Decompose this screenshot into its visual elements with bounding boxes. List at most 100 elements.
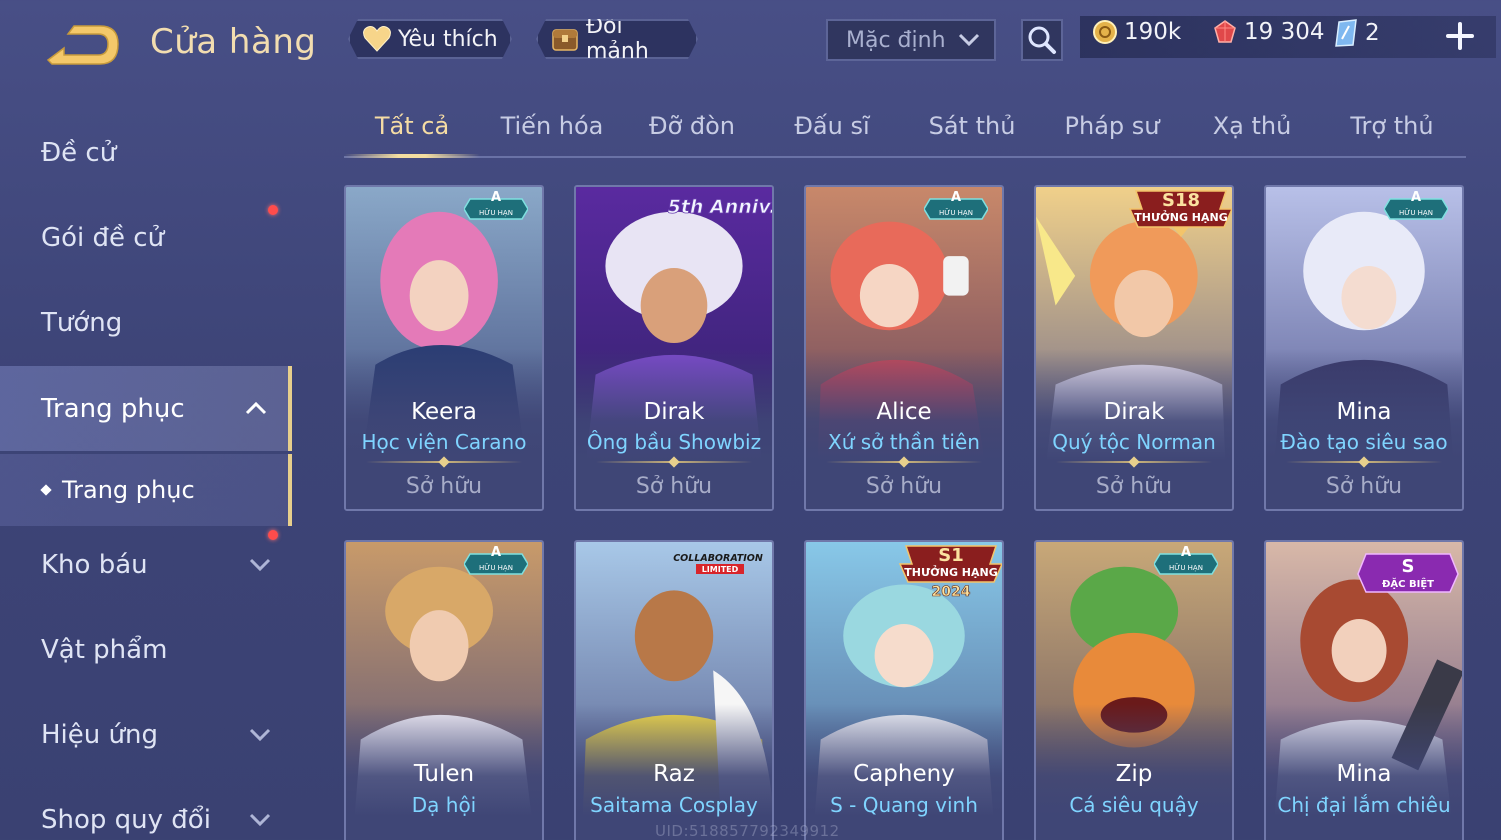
sidebar-item-items[interactable]: Vật phẩm: [0, 607, 292, 692]
role-tabs: Tất cả Tiến hóa Đỡ đòn Đấu sĩ Sát thủ Ph…: [344, 104, 1466, 158]
sidebar: Đề cử Gói đề cử Tướng Trang phục Trang p…: [0, 110, 292, 840]
sidebar-item-exchange-shop[interactable]: Shop quy đổi: [0, 777, 292, 840]
bullet-diamond-icon: [40, 484, 52, 496]
skin-name: Đào tạo siêu sao: [1280, 430, 1448, 454]
search-icon: [1028, 26, 1056, 54]
special-s-badge: S ĐẶC BIỆT: [1357, 553, 1459, 593]
card-divider: [826, 461, 982, 463]
voucher-card-icon: [1335, 19, 1357, 47]
skin-card[interactable]: A HỮU HẠN Alice Xứ sở thần tiên Sở hữu: [804, 185, 1004, 511]
grade-a-badge: A HỮU HẠN: [464, 190, 528, 220]
search-button[interactable]: [1021, 19, 1063, 61]
sidebar-item-skins[interactable]: Trang phục: [0, 366, 292, 451]
sidebar-item-label: Vật phẩm: [41, 634, 168, 665]
svg-text:HỮU HẠN: HỮU HẠN: [479, 208, 513, 217]
skin-name: Chị đại lắm chiêu: [1277, 793, 1451, 817]
svg-text:HỮU HẠN: HỮU HẠN: [1169, 563, 1203, 572]
sidebar-item-label: Trang phục: [41, 393, 185, 424]
skin-card[interactable]: S ĐẶC BIỆT Mina Chị đại lắm chiêu: [1264, 540, 1464, 840]
svg-text:S: S: [1402, 556, 1415, 577]
skin-card[interactable]: A HỮU HẠN Keera Học viện Carano Sở hữu: [344, 185, 544, 511]
plus-icon[interactable]: [1444, 20, 1476, 52]
skin-name: Ông bầu Showbiz: [586, 430, 762, 454]
chevron-up-icon: [245, 401, 267, 415]
card-divider: [596, 461, 752, 463]
sidebar-item-treasure[interactable]: Kho báu: [0, 522, 292, 607]
gem-amount: 19 304: [1244, 19, 1325, 45]
skin-name: S - Quang vinh: [830, 793, 978, 817]
sidebar-item-label: Gói đề cử: [41, 222, 165, 253]
hero-name: Raz: [653, 761, 695, 787]
tab-fighter[interactable]: Đấu sĩ: [764, 112, 900, 156]
owned-status: Sở hữu: [635, 474, 713, 499]
owned-status: Sở hữu: [1325, 474, 1403, 499]
card-divider: [1056, 461, 1212, 463]
skin-name: Học viện Carano: [361, 430, 527, 454]
owned-status: Sở hữu: [405, 474, 483, 499]
tab-assassin[interactable]: Sát thủ: [904, 112, 1040, 156]
card-amount: 2: [1365, 20, 1380, 46]
skin-card[interactable]: S18 THƯỞNG HẠNG Dirak Quý tộc Norman Sở …: [1034, 185, 1234, 511]
sidebar-item-heroes[interactable]: Tướng: [0, 280, 292, 365]
svg-text:ĐẶC BIỆT: ĐẶC BIỆT: [1382, 576, 1434, 590]
tab-marksman[interactable]: Xạ thủ: [1184, 112, 1320, 156]
heart-icon: [362, 24, 392, 54]
svg-text:2024: 2024: [932, 584, 971, 598]
skin-name: Cá siêu quậy: [1069, 793, 1199, 817]
grade-a-badge: A HỮU HẠN: [1384, 190, 1448, 220]
collaboration-badge: COLLABORATION LIMITED: [673, 553, 763, 574]
owned-status: Sở hữu: [1095, 474, 1173, 499]
card-divider: [1286, 461, 1442, 463]
favorites-label: Yêu thích: [398, 26, 498, 52]
skin-card[interactable]: A HỮU HẠN Mina Đào tạo siêu sao Sở hữu: [1264, 185, 1464, 511]
hero-name: Tulen: [413, 761, 475, 787]
skin-card[interactable]: S1 THƯỞNG HẠNG 2024 Capheny S - Quang vi…: [804, 540, 1004, 840]
favorites-button[interactable]: Yêu thích: [348, 19, 512, 59]
sidebar-item-effects[interactable]: Hiệu ứng: [0, 692, 292, 777]
svg-text:S18: S18: [1162, 190, 1200, 211]
chevron-down-icon: [958, 33, 980, 47]
sort-dropdown[interactable]: Mặc định: [826, 19, 996, 61]
card-divider: [366, 461, 522, 463]
chevron-down-icon: [249, 728, 271, 742]
sidebar-item-recommended[interactable]: Đề cử: [0, 110, 292, 195]
sort-value: Mặc định: [846, 27, 946, 53]
skin-card[interactable]: A HỮU HẠN Zip Cá siêu quậy: [1034, 540, 1234, 840]
svg-text:5th Anniv.: 5th Anniv.: [668, 196, 774, 218]
gold-amount: 190k: [1124, 19, 1182, 45]
gold-balance: 190k: [1092, 19, 1181, 45]
sidebar-item-recommended-packs[interactable]: Gói đề cử: [0, 195, 292, 280]
svg-text:HỮU HẠN: HỮU HẠN: [939, 208, 973, 217]
tab-tank[interactable]: Đỡ đòn: [624, 112, 760, 156]
sidebar-item-label: Shop quy đổi: [41, 804, 211, 835]
rank-reward-badge: S1 THƯỞNG HẠNG 2024: [898, 545, 1002, 598]
back-arrow-icon[interactable]: [38, 22, 122, 68]
tab-support[interactable]: Trợ thủ: [1324, 112, 1460, 156]
skin-name: Quý tộc Norman: [1052, 430, 1216, 454]
grade-a-badge: A HỮU HẠN: [924, 190, 988, 220]
skin-card[interactable]: 5th Anniv. Dirak Ông bầu Showbiz Sở hữu: [574, 185, 774, 511]
ruby-gem-icon: [1214, 20, 1236, 43]
notification-dot: [268, 530, 278, 540]
skin-card[interactable]: COLLABORATION LIMITED Raz Saitama Cospla…: [574, 540, 774, 840]
sidebar-subitem-skins[interactable]: Trang phục: [0, 454, 292, 526]
hero-name: Alice: [876, 399, 932, 425]
svg-text:COLLABORATION: COLLABORATION: [673, 553, 763, 564]
tab-all[interactable]: Tất cả: [344, 112, 480, 156]
hero-name: Mina: [1336, 761, 1392, 787]
skin-name: Saitama Cosplay: [590, 793, 758, 817]
tab-mage[interactable]: Pháp sư: [1044, 112, 1180, 156]
skin-card[interactable]: A HỮU HẠN Tulen Dạ hội: [344, 540, 544, 840]
notification-dot: [268, 205, 278, 215]
hero-name: Dirak: [643, 399, 705, 425]
svg-text:S1: S1: [938, 545, 964, 566]
svg-text:A: A: [1181, 545, 1191, 560]
svg-text:THƯỞNG HẠNG: THƯỞNG HẠNG: [904, 565, 998, 579]
skin-grid: A HỮU HẠN Keera Học viện Carano Sở hữu 5…: [344, 185, 1466, 840]
svg-text:THƯỞNG HẠNG: THƯỞNG HẠNG: [1134, 210, 1228, 224]
gold-coin-icon: [1093, 20, 1117, 44]
fragment-exchange-button[interactable]: Đổi mảnh: [536, 19, 698, 59]
sidebar-item-label: Đề cử: [41, 137, 117, 168]
tab-evolution[interactable]: Tiến hóa: [484, 112, 620, 156]
svg-text:A: A: [951, 190, 961, 205]
